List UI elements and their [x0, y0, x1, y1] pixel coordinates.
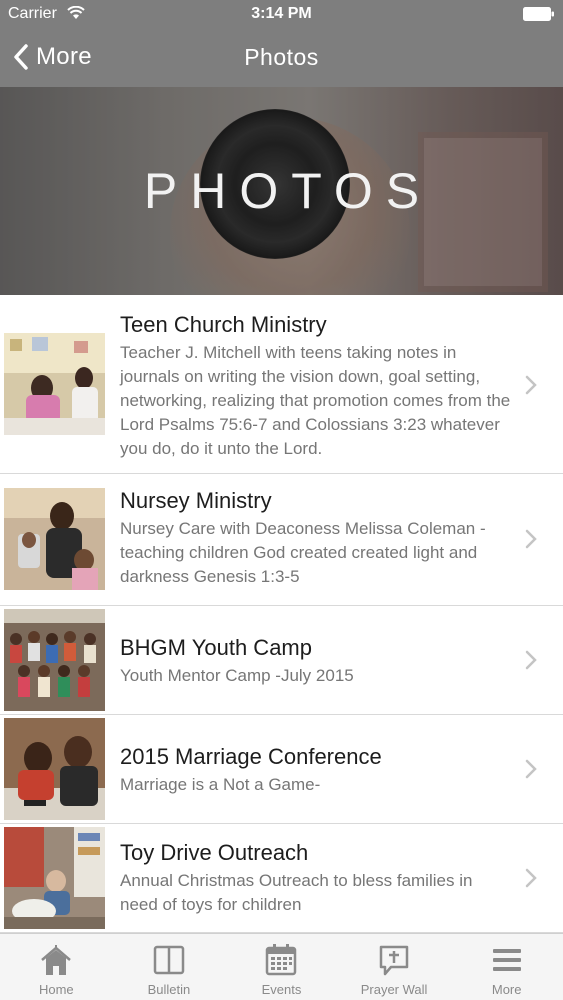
home-icon: [41, 945, 72, 975]
item-description: Marriage is a Not a Game-: [120, 775, 321, 794]
chevron-right-icon: [525, 650, 537, 670]
thumbnail-image: [4, 718, 105, 820]
tab-bulletin[interactable]: Bulletin: [113, 934, 226, 1000]
item-title: Toy Drive Outreach: [120, 840, 309, 865]
item-description: Youth Mentor Camp -July 2015: [120, 666, 354, 685]
item-description: Teacher J. Mitchell with teens taking no…: [120, 343, 511, 458]
chevron-right-icon: [525, 375, 537, 395]
page-title: Photos: [244, 44, 319, 70]
list-item-nursey-ministry[interactable]: Nursey Ministry Nursey Care with Deacone…: [0, 474, 563, 606]
item-title: 2015 Marriage Conference: [120, 744, 382, 769]
chevron-right-icon: [525, 868, 537, 888]
item-description: Annual Christmas Outreach to bless famil…: [120, 871, 473, 914]
tab-label: Events: [261, 982, 302, 997]
item-description: Nursey Care with Deaconess Melissa Colem…: [120, 519, 486, 586]
tab-label: Home: [38, 982, 74, 997]
calendar-icon: [266, 944, 297, 976]
battery-icon: [523, 7, 554, 21]
menu-icon: [492, 949, 521, 971]
list-item-2015-marriage-conference[interactable]: 2015 Marriage Conference Marriage is a N…: [0, 715, 563, 824]
item-title: Nursey Ministry: [120, 488, 272, 513]
hero-banner: PHOTOS: [0, 87, 563, 295]
tab-bar: Home Bulletin Events Prayer Wall More: [0, 933, 563, 1000]
tab-home[interactable]: Home: [0, 934, 113, 1000]
item-title: BHGM Youth Camp: [120, 635, 312, 660]
list-item-bhgm-youth-camp[interactable]: BHGM Youth Camp Youth Mentor Camp -July …: [0, 606, 563, 715]
album-list: Teen Church Ministry Teacher J. Mitchell…: [0, 295, 563, 933]
status-time: 3:14 PM: [251, 5, 312, 22]
chevron-right-icon: [525, 759, 537, 779]
status-bar: Carrier 3:14 PM: [0, 0, 563, 28]
thumbnail-image: [4, 827, 105, 929]
tab-label: Prayer Wall: [360, 982, 428, 997]
hero-title: PHOTOS: [143, 163, 433, 219]
bulletin-icon: [153, 945, 185, 975]
chevron-right-icon: [525, 529, 537, 549]
list-item-toy-drive-outreach[interactable]: Toy Drive Outreach Annual Christmas Outr…: [0, 824, 563, 933]
tab-label: More: [491, 982, 522, 997]
tab-label: Bulletin: [147, 982, 191, 997]
thumbnail-image: [4, 333, 105, 435]
thumbnail-image: [4, 488, 105, 590]
prayer-icon: [379, 945, 409, 976]
thumbnail-image: [4, 609, 105, 711]
tab-events[interactable]: Events: [225, 934, 338, 1000]
tab-more[interactable]: More: [450, 934, 563, 1000]
item-title: Teen Church Ministry: [120, 312, 327, 337]
list-item-teen-church-ministry[interactable]: Teen Church Ministry Teacher J. Mitchell…: [0, 295, 563, 474]
tab-prayer-wall[interactable]: Prayer Wall: [338, 934, 451, 1000]
navigation-bar: More Photos: [0, 28, 563, 87]
